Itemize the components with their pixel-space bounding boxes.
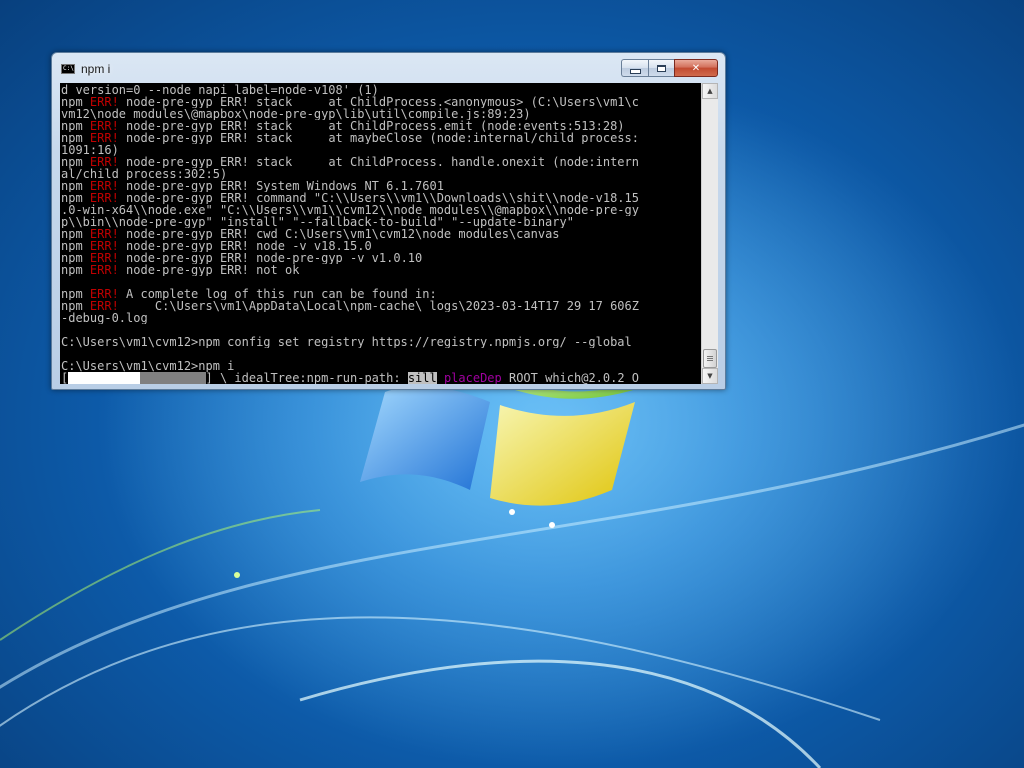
console-line: [ ] \ idealTree:npm-run-path: sill place…	[61, 372, 701, 384]
console-line: 1091:16)	[61, 144, 701, 156]
console-line: npm ERR! C:\Users\vm1\AppData\Local\npm-…	[61, 300, 701, 312]
console-text-segment: npm	[61, 228, 90, 240]
console-text-segment: -debug-0.log	[61, 312, 148, 324]
minimize-button[interactable]	[621, 59, 648, 77]
thumb-grip-line	[707, 358, 713, 359]
console-text-segment: npm	[61, 192, 90, 204]
console-text-segment: npm	[61, 288, 90, 300]
close-button[interactable]: ✕	[674, 59, 718, 77]
error-tag: ERR!	[89, 300, 119, 312]
console-text-segment: ROOT which@2.0.2 O	[501, 372, 640, 384]
console-text-segment: node-pre-gyp ERR! cwd C:\Users\vm1\cvm12…	[118, 228, 560, 240]
console-text-segment: node-pre-gyp ERR! node -v v18.15.0	[118, 240, 372, 252]
error-tag: ERR!	[89, 132, 119, 144]
log-level-sill: sill	[407, 372, 437, 384]
scroll-down-arrow-icon[interactable]: ▼	[702, 368, 718, 384]
console-output[interactable]: d_version=0 --node_napi_label=node-v108'…	[60, 83, 701, 384]
vertical-scrollbar[interactable]: ▲ ▼	[701, 83, 718, 384]
console-text-segment: A complete log of this run can be found …	[118, 288, 437, 300]
console-text-segment: p\\bin\\node-pre-gyp" "install" "--fallb…	[61, 216, 574, 228]
error-tag: ERR!	[89, 180, 119, 192]
console-line: npm ERR! node-pre-gyp ERR! stack at Chil…	[61, 96, 701, 108]
console-line: npm ERR! A complete log of this run can …	[61, 288, 701, 300]
console-text-segment: npm	[61, 240, 90, 252]
console-text-segment: node-pre-gyp ERR! System Windows_NT 6.1.…	[118, 180, 444, 192]
minimize-icon	[629, 68, 641, 74]
console-text-segment: C:\Users\vm1\AppData\Local\npm-cache\_lo…	[118, 300, 639, 312]
console-text-segment: 1091:16)	[61, 144, 119, 156]
console-text-segment: npm	[61, 96, 90, 108]
error-tag: ERR!	[89, 252, 119, 264]
console-text-segment: d_version=0 --node_napi_label=node-v108'…	[61, 84, 379, 96]
console-line: npm ERR! node-pre-gyp ERR! System Window…	[61, 180, 701, 192]
console-text-segment: al/child_process:302:5)	[61, 168, 228, 180]
console-text-segment: npm	[61, 252, 90, 264]
console-text-segment: npm	[61, 156, 90, 168]
console-line: C:\Users\vm1\cvm12>npm i	[61, 360, 701, 372]
console-text-segment: node-pre-gyp ERR! stack at ChildProcess.…	[118, 156, 639, 168]
window-titlebar[interactable]: C:\ npm i ✕	[52, 53, 725, 83]
error-tag: ERR!	[89, 96, 119, 108]
console-text-segment: ] \ idealTree:npm-run-path:	[205, 372, 408, 384]
console-line: p\\bin\\node-pre-gyp" "install" "--fallb…	[61, 216, 701, 228]
console-line: d_version=0 --node_napi_label=node-v108'…	[61, 84, 701, 96]
scrollbar-thumb[interactable]	[703, 349, 717, 368]
error-tag: ERR!	[89, 264, 119, 276]
console-line: npm ERR! node-pre-gyp ERR! node -v v18.1…	[61, 240, 701, 252]
maximize-button[interactable]	[648, 59, 674, 77]
console-text: d_version=0 --node_napi_label=node-v108'…	[60, 83, 701, 384]
console-line: npm ERR! node-pre-gyp ERR! cwd C:\Users\…	[61, 228, 701, 240]
console-line: vm12\node_modules\@mapbox\node-pre-gyp\l…	[61, 108, 701, 120]
console-line: al/child_process:302:5)	[61, 168, 701, 180]
window-title: npm i	[81, 62, 111, 76]
console-text-segment: node-pre-gyp ERR! stack at ChildProcess.…	[118, 96, 639, 108]
close-icon: ✕	[691, 62, 701, 74]
console-text-segment	[437, 372, 444, 384]
console-text-segment: npm	[61, 180, 90, 192]
console-text-segment: npm	[61, 264, 90, 276]
console-text-segment: node-pre-gyp ERR! stack at ChildProcess.…	[118, 120, 625, 132]
progress-bar-partial	[140, 372, 206, 384]
console-text-segment: vm12\node_modules\@mapbox\node-pre-gyp\l…	[61, 108, 531, 120]
console-text-segment: npm	[61, 300, 90, 312]
console-text-segment: npm	[61, 132, 90, 144]
console-line: npm ERR! node-pre-gyp ERR! stack at Chil…	[61, 156, 701, 168]
thumb-grip-line	[707, 356, 713, 357]
console-line: npm ERR! node-pre-gyp ERR! command "C:\\…	[61, 192, 701, 204]
console-text-segment: npm	[61, 120, 90, 132]
scroll-up-arrow-icon[interactable]: ▲	[702, 83, 718, 99]
thumb-grip-line	[707, 360, 713, 361]
console-line: npm ERR! node-pre-gyp ERR! stack at mayb…	[61, 132, 701, 144]
console-line: npm ERR! node-pre-gyp ERR! stack at Chil…	[61, 120, 701, 132]
progress-bar-filled	[68, 372, 141, 384]
console-text-segment: node-pre-gyp ERR! not ok	[118, 264, 300, 276]
console-text-segment: node-pre-gyp ERR! stack at maybeClose (n…	[118, 132, 639, 144]
maximize-icon	[657, 64, 666, 72]
console-text-segment: C:\Users\vm1\cvm12>npm config set regist…	[61, 336, 632, 348]
log-placedep: placeDep	[443, 372, 502, 384]
error-tag: ERR!	[89, 288, 119, 300]
console-line: npm ERR! node-pre-gyp ERR! not ok	[61, 264, 701, 276]
console-text-segment: .0-win-x64\\node.exe" "C:\\Users\\vm1\\c…	[61, 204, 639, 216]
console-line: C:\Users\vm1\cvm12>npm config set regist…	[61, 336, 701, 348]
error-tag: ERR!	[89, 156, 119, 168]
cmd-console-icon[interactable]: C:\	[61, 64, 75, 74]
console-line: .0-win-x64\\node.exe" "C:\\Users\\vm1\\c…	[61, 204, 701, 216]
console-line: npm ERR! node-pre-gyp ERR! node-pre-gyp …	[61, 252, 701, 264]
error-tag: ERR!	[89, 240, 119, 252]
error-tag: ERR!	[89, 192, 119, 204]
error-tag: ERR!	[89, 228, 119, 240]
console-text-segment: node-pre-gyp ERR! node-pre-gyp -v v1.0.1…	[118, 252, 423, 264]
window-controls: ✕	[621, 59, 718, 77]
console-line: -debug-0.log	[61, 312, 701, 324]
console-text-segment: node-pre-gyp ERR! command "C:\\Users\\vm…	[118, 192, 639, 204]
error-tag: ERR!	[89, 120, 119, 132]
console-window: C:\ npm i ✕ d_version=0 --node_napi_labe…	[51, 52, 726, 390]
console-text-segment: C:\Users\vm1\cvm12>npm i	[61, 360, 235, 372]
